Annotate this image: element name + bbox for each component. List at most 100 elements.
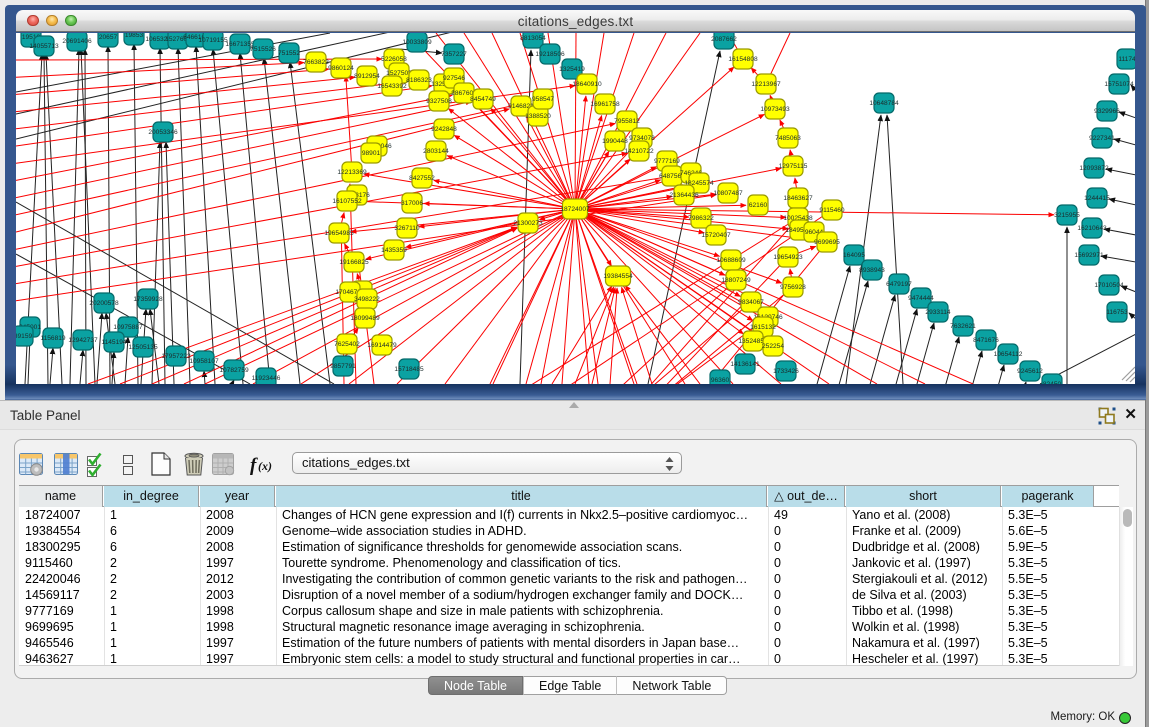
svg-text:7986322: 7986322 xyxy=(688,215,714,222)
svg-text:1435359: 1435359 xyxy=(381,247,407,254)
svg-text:12505135: 12505135 xyxy=(128,344,158,351)
svg-text:39159: 39159 xyxy=(16,333,32,340)
svg-text:9834067: 9834067 xyxy=(738,299,764,306)
svg-text:10648784: 10648784 xyxy=(869,100,899,107)
svg-text:12213967: 12213967 xyxy=(751,81,781,88)
svg-text:9756928: 9756928 xyxy=(780,284,806,291)
svg-text:82450: 82450 xyxy=(1043,381,1062,384)
svg-text:10688609: 10688609 xyxy=(716,257,746,264)
svg-text:19166825: 19166825 xyxy=(339,259,369,266)
svg-text:7485063: 7485063 xyxy=(775,135,801,142)
svg-text:17957223: 17957223 xyxy=(161,353,191,360)
svg-text:21300273: 21300273 xyxy=(513,220,543,227)
svg-text:11923446: 11923446 xyxy=(252,375,281,382)
svg-text:1615132: 1615132 xyxy=(750,324,776,331)
svg-text:751552: 751552 xyxy=(278,50,300,57)
svg-text:15692971: 15692971 xyxy=(1074,252,1104,259)
svg-text:7625402: 7625402 xyxy=(334,341,360,348)
svg-text:17359928: 17359928 xyxy=(133,296,163,303)
svg-text:3498222: 3498222 xyxy=(354,296,380,303)
svg-text:98901: 98901 xyxy=(362,150,381,157)
svg-text:2087662: 2087662 xyxy=(711,36,737,43)
svg-text:18807249: 18807249 xyxy=(721,277,751,284)
svg-text:1388520: 1388520 xyxy=(525,113,551,120)
svg-text:15751074: 15751074 xyxy=(1104,81,1134,88)
svg-text:19384554: 19384554 xyxy=(603,273,633,280)
svg-text:3215955: 3215955 xyxy=(1054,212,1080,219)
svg-text:8938943: 8938943 xyxy=(859,267,885,274)
svg-text:(x): (x) xyxy=(258,459,272,473)
svg-text:9474444: 9474444 xyxy=(908,295,934,302)
svg-text:9227341: 9227341 xyxy=(1089,135,1115,142)
svg-text:f: f xyxy=(250,455,258,476)
svg-text:10782759: 10782759 xyxy=(219,367,249,374)
svg-text:12942737: 12942737 xyxy=(68,337,98,344)
svg-text:16914479: 16914479 xyxy=(367,342,397,349)
svg-text:19218506: 19218506 xyxy=(535,51,565,58)
svg-text:1733426: 1733426 xyxy=(773,368,799,375)
svg-text:17010504: 17010504 xyxy=(1094,282,1124,289)
svg-text:20053346: 20053346 xyxy=(148,129,178,136)
svg-text:252254: 252254 xyxy=(762,343,784,350)
svg-text:6479197: 6479197 xyxy=(886,281,912,288)
svg-text:958547: 958547 xyxy=(532,96,554,103)
svg-text:10654112: 10654112 xyxy=(994,351,1023,358)
svg-text:7515526: 7515526 xyxy=(250,46,276,53)
svg-text:9699695: 9699695 xyxy=(814,239,840,246)
svg-text:14136141: 14136141 xyxy=(730,361,760,368)
svg-text:2933114: 2933114 xyxy=(925,309,951,316)
svg-text:20200578: 20200578 xyxy=(89,300,119,307)
svg-text:15718485: 15718485 xyxy=(394,366,424,373)
svg-text:18640910: 18640910 xyxy=(572,81,602,88)
svg-text:9115460: 9115460 xyxy=(819,207,845,214)
svg-text:10719155: 10719155 xyxy=(198,37,228,44)
svg-text:12213369: 12213369 xyxy=(337,169,367,176)
svg-text:1145194: 1145194 xyxy=(101,339,127,346)
svg-text:12975115: 12975115 xyxy=(779,163,808,170)
svg-text:9857791: 9857791 xyxy=(330,363,356,370)
svg-text:16543392: 16543392 xyxy=(377,83,407,90)
svg-text:3267110: 3267110 xyxy=(394,225,420,232)
svg-text:9327508: 9327508 xyxy=(426,98,452,105)
svg-text:8454749: 8454749 xyxy=(470,96,496,103)
svg-text:2803144: 2803144 xyxy=(423,148,449,155)
svg-text:116753: 116753 xyxy=(1106,309,1128,316)
svg-text:12093872: 12093872 xyxy=(1079,165,1109,172)
svg-text:96360: 96360 xyxy=(711,377,730,384)
svg-text:11174: 11174 xyxy=(1118,56,1135,63)
svg-text:7955812: 7955812 xyxy=(614,118,640,125)
svg-text:1244415: 1244415 xyxy=(1084,195,1110,202)
svg-text:8186323: 8186323 xyxy=(406,77,432,84)
svg-text:18099489: 18099489 xyxy=(350,315,380,322)
svg-text:8471676: 8471676 xyxy=(973,337,999,344)
svg-text:18724007: 18724007 xyxy=(560,206,590,213)
svg-text:9242848: 9242848 xyxy=(431,126,457,133)
svg-text:10975887: 10975887 xyxy=(113,324,143,331)
svg-text:7357227: 7357227 xyxy=(441,51,467,58)
svg-text:19654985: 19654985 xyxy=(324,230,354,237)
svg-text:8912954: 8912954 xyxy=(354,73,380,80)
svg-text:62160: 62160 xyxy=(749,202,768,209)
svg-text:164095: 164095 xyxy=(843,252,865,259)
svg-text:1990448: 1990448 xyxy=(602,138,628,145)
svg-text:8427552: 8427552 xyxy=(409,175,435,182)
svg-text:7632621: 7632621 xyxy=(950,323,976,330)
svg-text:19654923: 19654923 xyxy=(773,254,803,261)
svg-text:317006: 317006 xyxy=(401,200,423,207)
svg-text:10033809: 10033809 xyxy=(402,39,432,46)
svg-text:16154808: 16154808 xyxy=(728,56,758,63)
svg-text:9245612: 9245612 xyxy=(1017,368,1043,375)
svg-text:20657: 20657 xyxy=(99,34,118,41)
svg-text:10973493: 10973493 xyxy=(760,106,790,113)
svg-text:1325419: 1325419 xyxy=(559,66,585,73)
svg-text:16210643: 16210643 xyxy=(1077,225,1107,232)
svg-text:9329966: 9329966 xyxy=(1094,108,1120,115)
svg-text:18463627: 18463627 xyxy=(783,195,813,202)
svg-text:14055713: 14055713 xyxy=(29,43,59,50)
svg-text:16107552: 16107552 xyxy=(332,198,362,205)
svg-text:14210722: 14210722 xyxy=(624,148,654,155)
svg-text:9777169: 9777169 xyxy=(654,158,680,165)
svg-text:10958107: 10958107 xyxy=(189,358,219,365)
svg-text:9860124: 9860124 xyxy=(328,65,354,72)
svg-text:8813054: 8813054 xyxy=(520,35,546,42)
